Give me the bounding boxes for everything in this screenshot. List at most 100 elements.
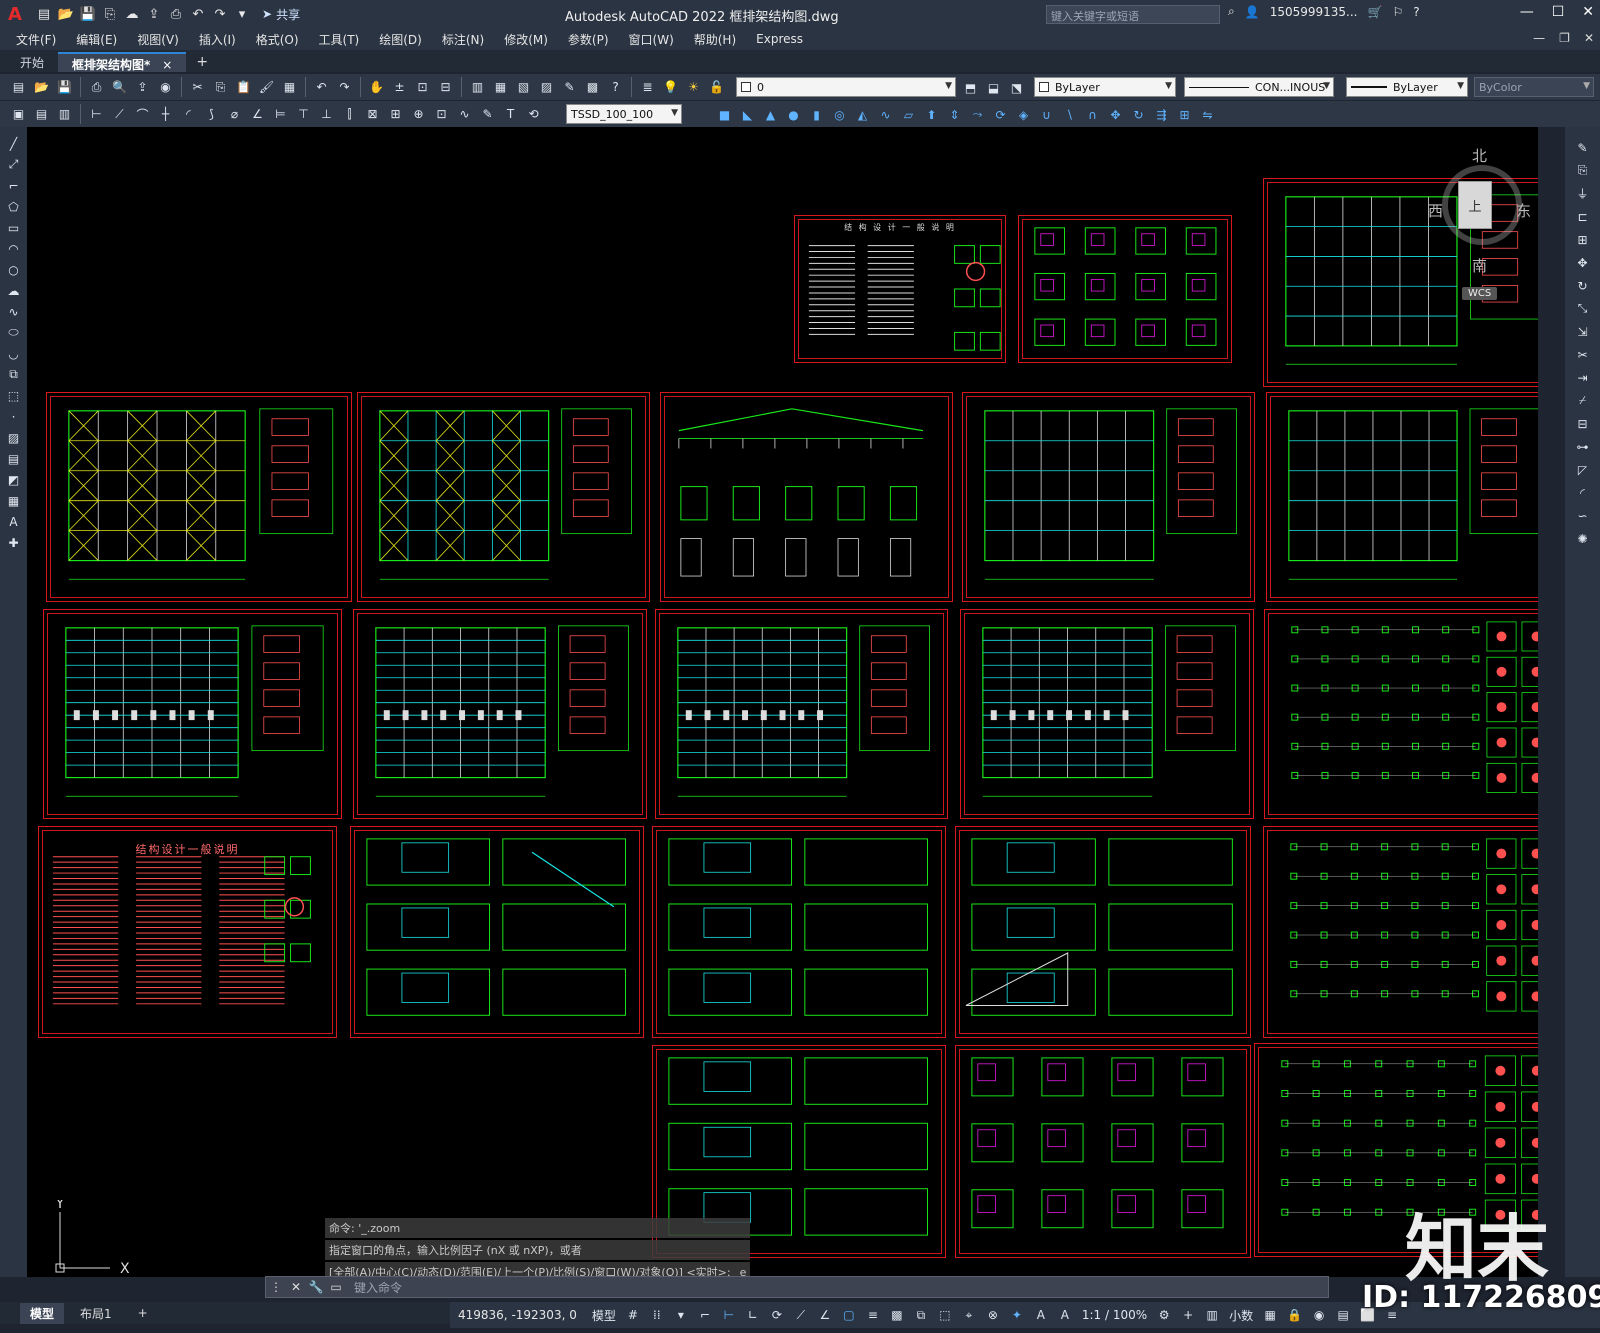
dim-update-icon[interactable]: ⟲ [523,104,544,125]
drawing-sheet[interactable] [1266,392,1538,602]
save-web-icon[interactable]: ⇪ [144,4,164,24]
preview-icon[interactable]: 🔍 [109,77,130,98]
help-icon[interactable]: ? [605,77,626,98]
blend-icon[interactable]: ∽ [1573,507,1593,524]
subtract-icon[interactable]: ∖ [1059,104,1080,125]
command-line-grip-icon[interactable]: ⋮ [266,1280,286,1294]
layer-previous-icon[interactable]: ⬓ [983,77,1004,98]
units-button[interactable]: 小数 [1226,1305,1256,1325]
autocad-logo-icon[interactable]: A [0,0,30,28]
break-icon[interactable]: ⊟ [1573,415,1593,432]
wedge-icon[interactable]: ◣ [737,104,758,125]
layer-freeze-icon[interactable]: ☀ [683,77,704,98]
3d-osnap-icon[interactable]: ⬚ [935,1305,955,1325]
infer-constraints-icon[interactable]: ⌐ [695,1305,715,1325]
planar-surface-icon[interactable]: ▱ [898,104,919,125]
redo-icon[interactable]: ↷ [334,77,355,98]
undo-icon[interactable]: ↶ [188,4,208,24]
tool-palettes-icon[interactable]: ▧ [513,77,534,98]
region-icon[interactable]: ◩ [4,471,24,488]
drawing-minimize-icon[interactable]: — [1533,31,1545,45]
layer-dropdown[interactable]: 0 ▼ [736,77,956,97]
tab-drawing[interactable]: 框排架结构图* × [58,52,187,72]
open-icon[interactable]: 📂 [31,77,52,98]
quick-dim-icon[interactable]: ⊨ [270,104,291,125]
open-file-icon[interactable]: 📂 [56,4,76,24]
drawing-sheet[interactable] [655,609,948,819]
graphics-performance-icon[interactable]: ▤ [1333,1305,1353,1325]
plot-icon[interactable]: ⎙ [86,77,107,98]
text-style-dropdown[interactable]: TSSD_100_100 ▼ [566,104,682,124]
linetype-dropdown[interactable]: CON...INOUS ▼ [1184,77,1334,97]
drawing-sheet[interactable] [43,609,342,819]
units-icon[interactable]: ▥ [1202,1305,1222,1325]
customize-qat-icon[interactable]: ▾ [232,4,252,24]
polyline-icon[interactable]: ⌐ [4,177,24,194]
recent-commands-icon[interactable]: ▭ [326,1280,346,1294]
snap-menu-icon[interactable]: ▾ [671,1305,691,1325]
drawing-canvas[interactable]: 结 构 设 计 一 般 说 明结构设计一般说明 [27,127,1538,1277]
drawing-sheet[interactable] [660,392,953,602]
menu-dimension[interactable]: 标注(N) [442,31,484,48]
line-icon[interactable]: ╱ [4,135,24,152]
close-icon[interactable]: ✕ [1582,4,1594,20]
sweep-icon[interactable]: ⤳ [967,104,988,125]
add-selected-icon[interactable]: ✚ [4,534,24,551]
command-input[interactable]: 键入命令 [354,1279,402,1296]
cart-icon[interactable]: 🛒 [1367,5,1382,19]
redo-icon[interactable]: ↷ [210,4,230,24]
ellipse-icon[interactable]: ⬭ [4,324,24,341]
move-icon[interactable]: ✥ [1573,254,1593,271]
tab-close-icon[interactable]: × [162,58,172,72]
continue-dim-icon[interactable]: ⊥ [316,104,337,125]
customize-command-icon[interactable]: 🔧 [306,1280,326,1294]
drawing-sheet[interactable] [960,609,1254,819]
rotate-icon[interactable]: ↻ [1573,277,1593,294]
wcs-menu[interactable]: WCS [1462,287,1498,300]
ortho-icon[interactable]: ∟ [743,1305,763,1325]
hatch-icon[interactable]: ▨ [4,429,24,446]
autoscale-icon[interactable]: A [1055,1305,1075,1325]
workspace-gear-icon[interactable]: ⚙ [1154,1305,1174,1325]
chamfer-icon[interactable]: ◸ [1573,461,1593,478]
selection-filter-icon[interactable]: ⊗ [983,1305,1003,1325]
box-icon[interactable]: ■ [714,104,735,125]
tab-layout1[interactable]: 布局1 [70,1303,122,1324]
circle-icon[interactable]: ○ [4,261,24,278]
drawing-close-icon[interactable]: ✕ [1584,31,1594,45]
polar-icon[interactable]: ⟳ [767,1305,787,1325]
cone-icon[interactable]: ▲ [760,104,781,125]
scale-icon[interactable]: ⤡ [1573,300,1593,317]
zoom-window-icon[interactable]: ⊡ [412,77,433,98]
construction-line-icon[interactable]: ⤢ [4,156,24,173]
sphere-icon[interactable]: ● [783,104,804,125]
menu-modify[interactable]: 修改(M) [504,31,548,48]
jogged-linear-icon[interactable]: ∿ [454,104,475,125]
menu-express[interactable]: Express [756,32,803,46]
zoom-realtime-icon[interactable]: ± [389,77,410,98]
drawing-sheet[interactable] [46,392,352,602]
color-dropdown[interactable]: ByLayer ▼ [1034,77,1176,97]
drawing-sheet[interactable]: 结 构 设 计 一 般 说 明 [794,215,1006,363]
cut-icon[interactable]: ✂ [187,77,208,98]
menu-help[interactable]: 帮助(H) [694,31,736,48]
offset-icon[interactable]: ⊏ [1573,208,1593,225]
annotation-monitor-icon[interactable]: + [1178,1305,1198,1325]
dim-break-icon[interactable]: ⊠ [362,104,383,125]
markup-icon[interactable]: ✎ [559,77,580,98]
cylinder-icon[interactable]: ▮ [806,104,827,125]
spline-icon[interactable]: ∿ [4,303,24,320]
inspection-icon[interactable]: ⊡ [431,104,452,125]
union-icon[interactable]: ∪ [1036,104,1057,125]
drawing-sheet[interactable] [1263,826,1538,1038]
center-mark-icon[interactable]: ⊕ [408,104,429,125]
add-layout-button[interactable]: + [128,1304,158,1322]
layer-properties-icon[interactable]: ≣ [637,77,658,98]
copy-icon[interactable]: ⎘ [210,77,231,98]
arc-icon[interactable]: ◠ [4,240,24,257]
pyramid-icon[interactable]: ◭ [852,104,873,125]
mirror-icon[interactable]: ⏚ [1573,185,1593,202]
save-icon[interactable]: 💾 [54,77,75,98]
drawing-restore-icon[interactable]: ❐ [1559,31,1570,45]
grid-icon[interactable]: # [623,1305,643,1325]
